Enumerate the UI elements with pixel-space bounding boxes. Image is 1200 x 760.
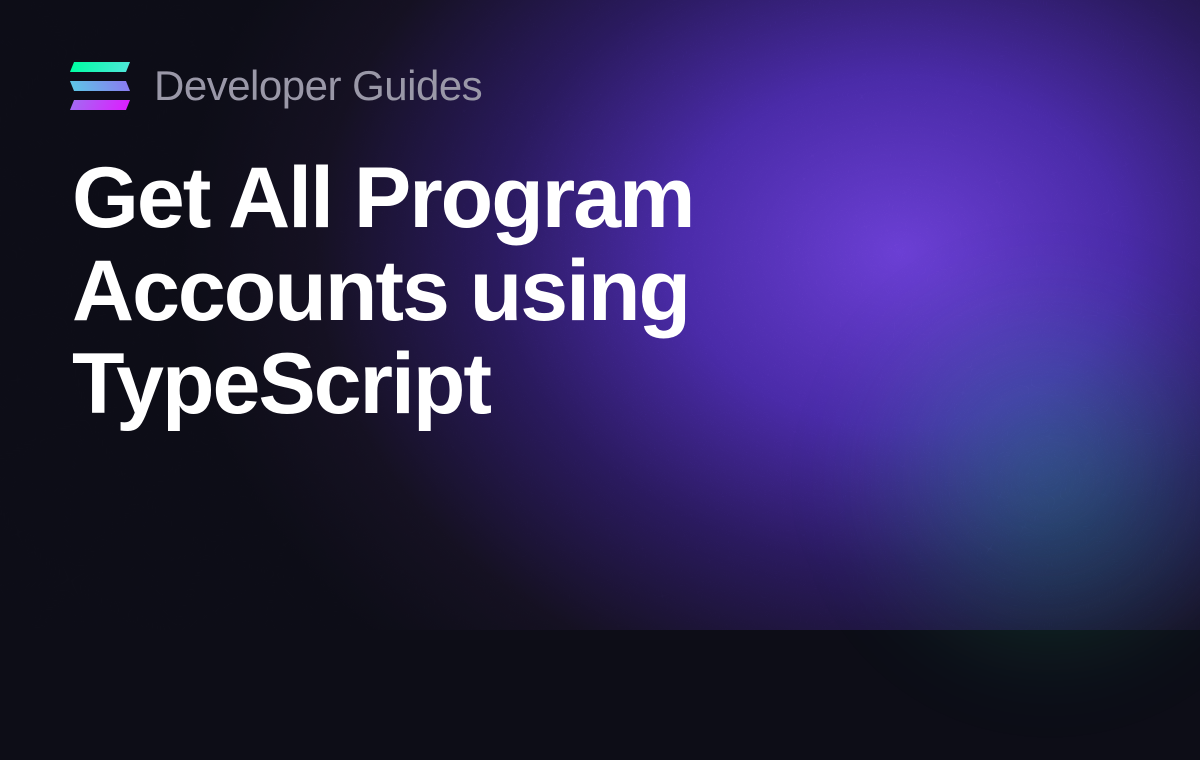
page-title: Get All Program Accounts using TypeScrip…: [72, 152, 892, 431]
header: Developer Guides: [72, 62, 1128, 110]
logo-bar: [70, 100, 130, 110]
solana-logo-icon: [72, 62, 128, 110]
content-area: Developer Guides Get All Program Account…: [0, 0, 1200, 630]
section-subtitle: Developer Guides: [154, 62, 482, 110]
logo-bar: [70, 62, 130, 72]
logo-bar: [70, 81, 130, 91]
